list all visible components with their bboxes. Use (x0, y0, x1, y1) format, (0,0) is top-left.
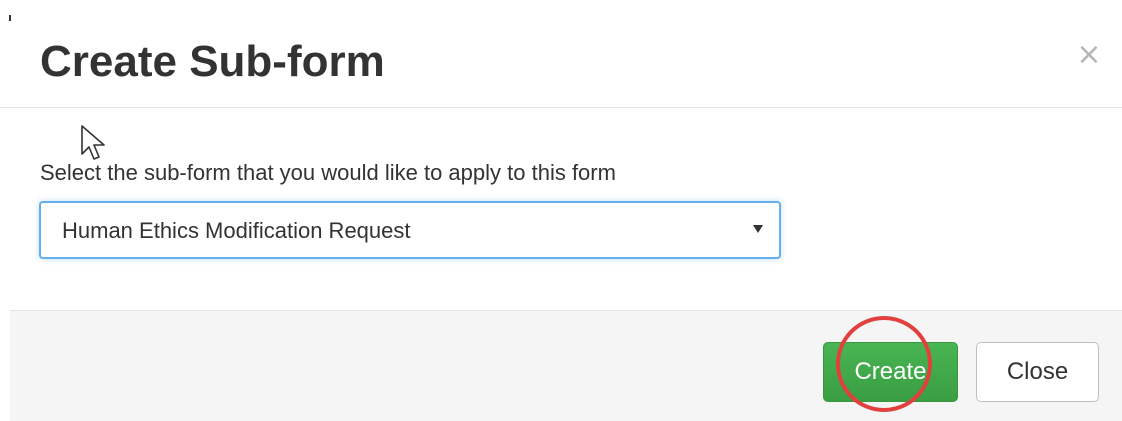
subform-select[interactable]: Human Ethics Modification Request (39, 201, 781, 259)
dialog-footer: Create Close (10, 310, 1122, 421)
dialog-title: Create Sub-form (40, 37, 385, 86)
close-button[interactable]: Close (976, 342, 1099, 402)
close-icon[interactable]: × (1076, 40, 1102, 70)
subform-select-value: Human Ethics Modification Request (62, 218, 411, 243)
mouse-pointer-icon (81, 125, 105, 160)
create-button[interactable]: Create (823, 342, 958, 402)
instruction-label: Select the sub-form that you would like … (40, 160, 616, 185)
dialog-header: Create Sub-form × (0, 0, 1122, 108)
chevron-down-icon (753, 225, 763, 233)
create-subform-dialog: Create Sub-form × Select the sub-form th… (0, 0, 1122, 421)
dialog-body: Select the sub-form that you would like … (0, 108, 1122, 310)
